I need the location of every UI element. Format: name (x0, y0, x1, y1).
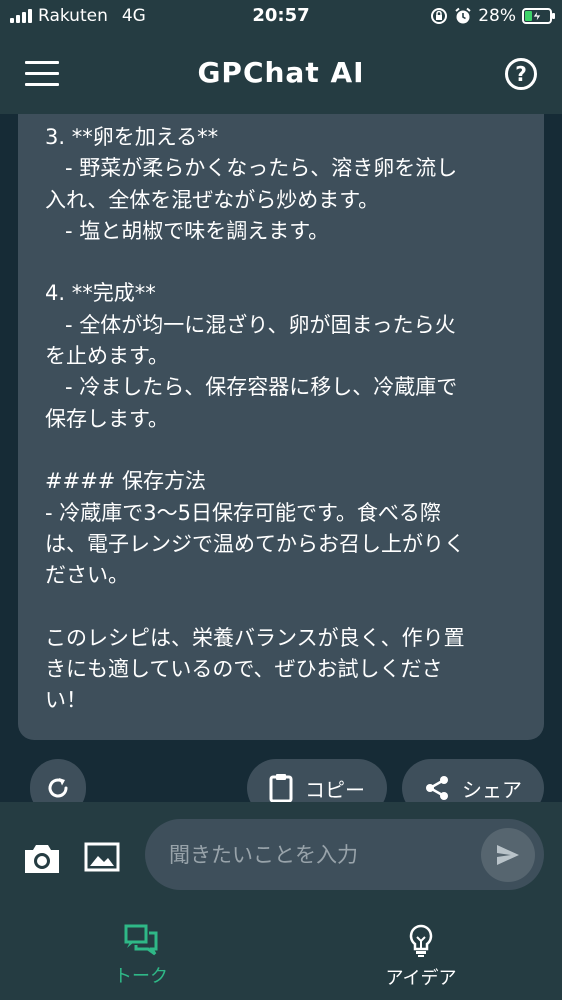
nav-tab-idea[interactable]: アイデア (351, 924, 491, 994)
nav-talk-label: トーク (114, 966, 168, 987)
share-button[interactable]: シェア (402, 759, 544, 802)
image-icon (84, 842, 120, 872)
orientation-lock-icon (431, 8, 448, 24)
message-actions: コピー シェア (0, 759, 562, 802)
copy-label: コピー (305, 777, 365, 802)
camera-icon (25, 845, 59, 873)
send-button[interactable] (481, 828, 535, 882)
chat-input-container (145, 819, 544, 890)
nav-tab-talk[interactable]: トーク (71, 924, 211, 994)
battery-icon (522, 8, 555, 24)
app-header: GPChat AI ? (0, 34, 562, 114)
chat-bubbles-icon (124, 924, 158, 956)
share-label: シェア (462, 777, 522, 802)
charging-bolt-icon (532, 10, 542, 22)
status-bar: Rakuten 4G 20:57 28% (0, 0, 562, 34)
message-text: 3. **卵を加える** - 野菜が柔らかくなったら、溶き卵を流し 入れ、全体を… (45, 125, 465, 713)
question-icon: ? (515, 62, 527, 86)
app-title: GPChat AI (197, 56, 365, 89)
chat-area[interactable]: 3. **卵を加える** - 野菜が柔らかくなったら、溶き卵を流し 入れ、全体を… (0, 114, 562, 802)
send-icon (497, 845, 519, 865)
copy-button[interactable]: コピー (247, 759, 387, 802)
camera-button[interactable] (22, 842, 62, 876)
lightbulb-icon (409, 924, 433, 957)
assistant-message-bubble: 3. **卵を加える** - 野菜が柔らかくなったら、溶き卵を流し 入れ、全体を… (18, 114, 544, 740)
nav-idea-label: アイデア (385, 968, 457, 989)
battery-percent: 28% (478, 6, 516, 26)
status-right: 28% (430, 6, 555, 26)
clipboard-icon (269, 774, 293, 802)
refresh-icon (48, 778, 68, 798)
regenerate-button[interactable] (30, 759, 86, 802)
input-bar (0, 802, 562, 902)
alarm-icon (455, 7, 471, 24)
help-button[interactable]: ? (505, 58, 537, 90)
bottom-nav: トーク アイデア (0, 902, 562, 1000)
image-button[interactable] (84, 842, 120, 874)
share-icon (426, 776, 448, 800)
battery-fill (525, 11, 532, 21)
chat-input[interactable] (169, 819, 469, 890)
